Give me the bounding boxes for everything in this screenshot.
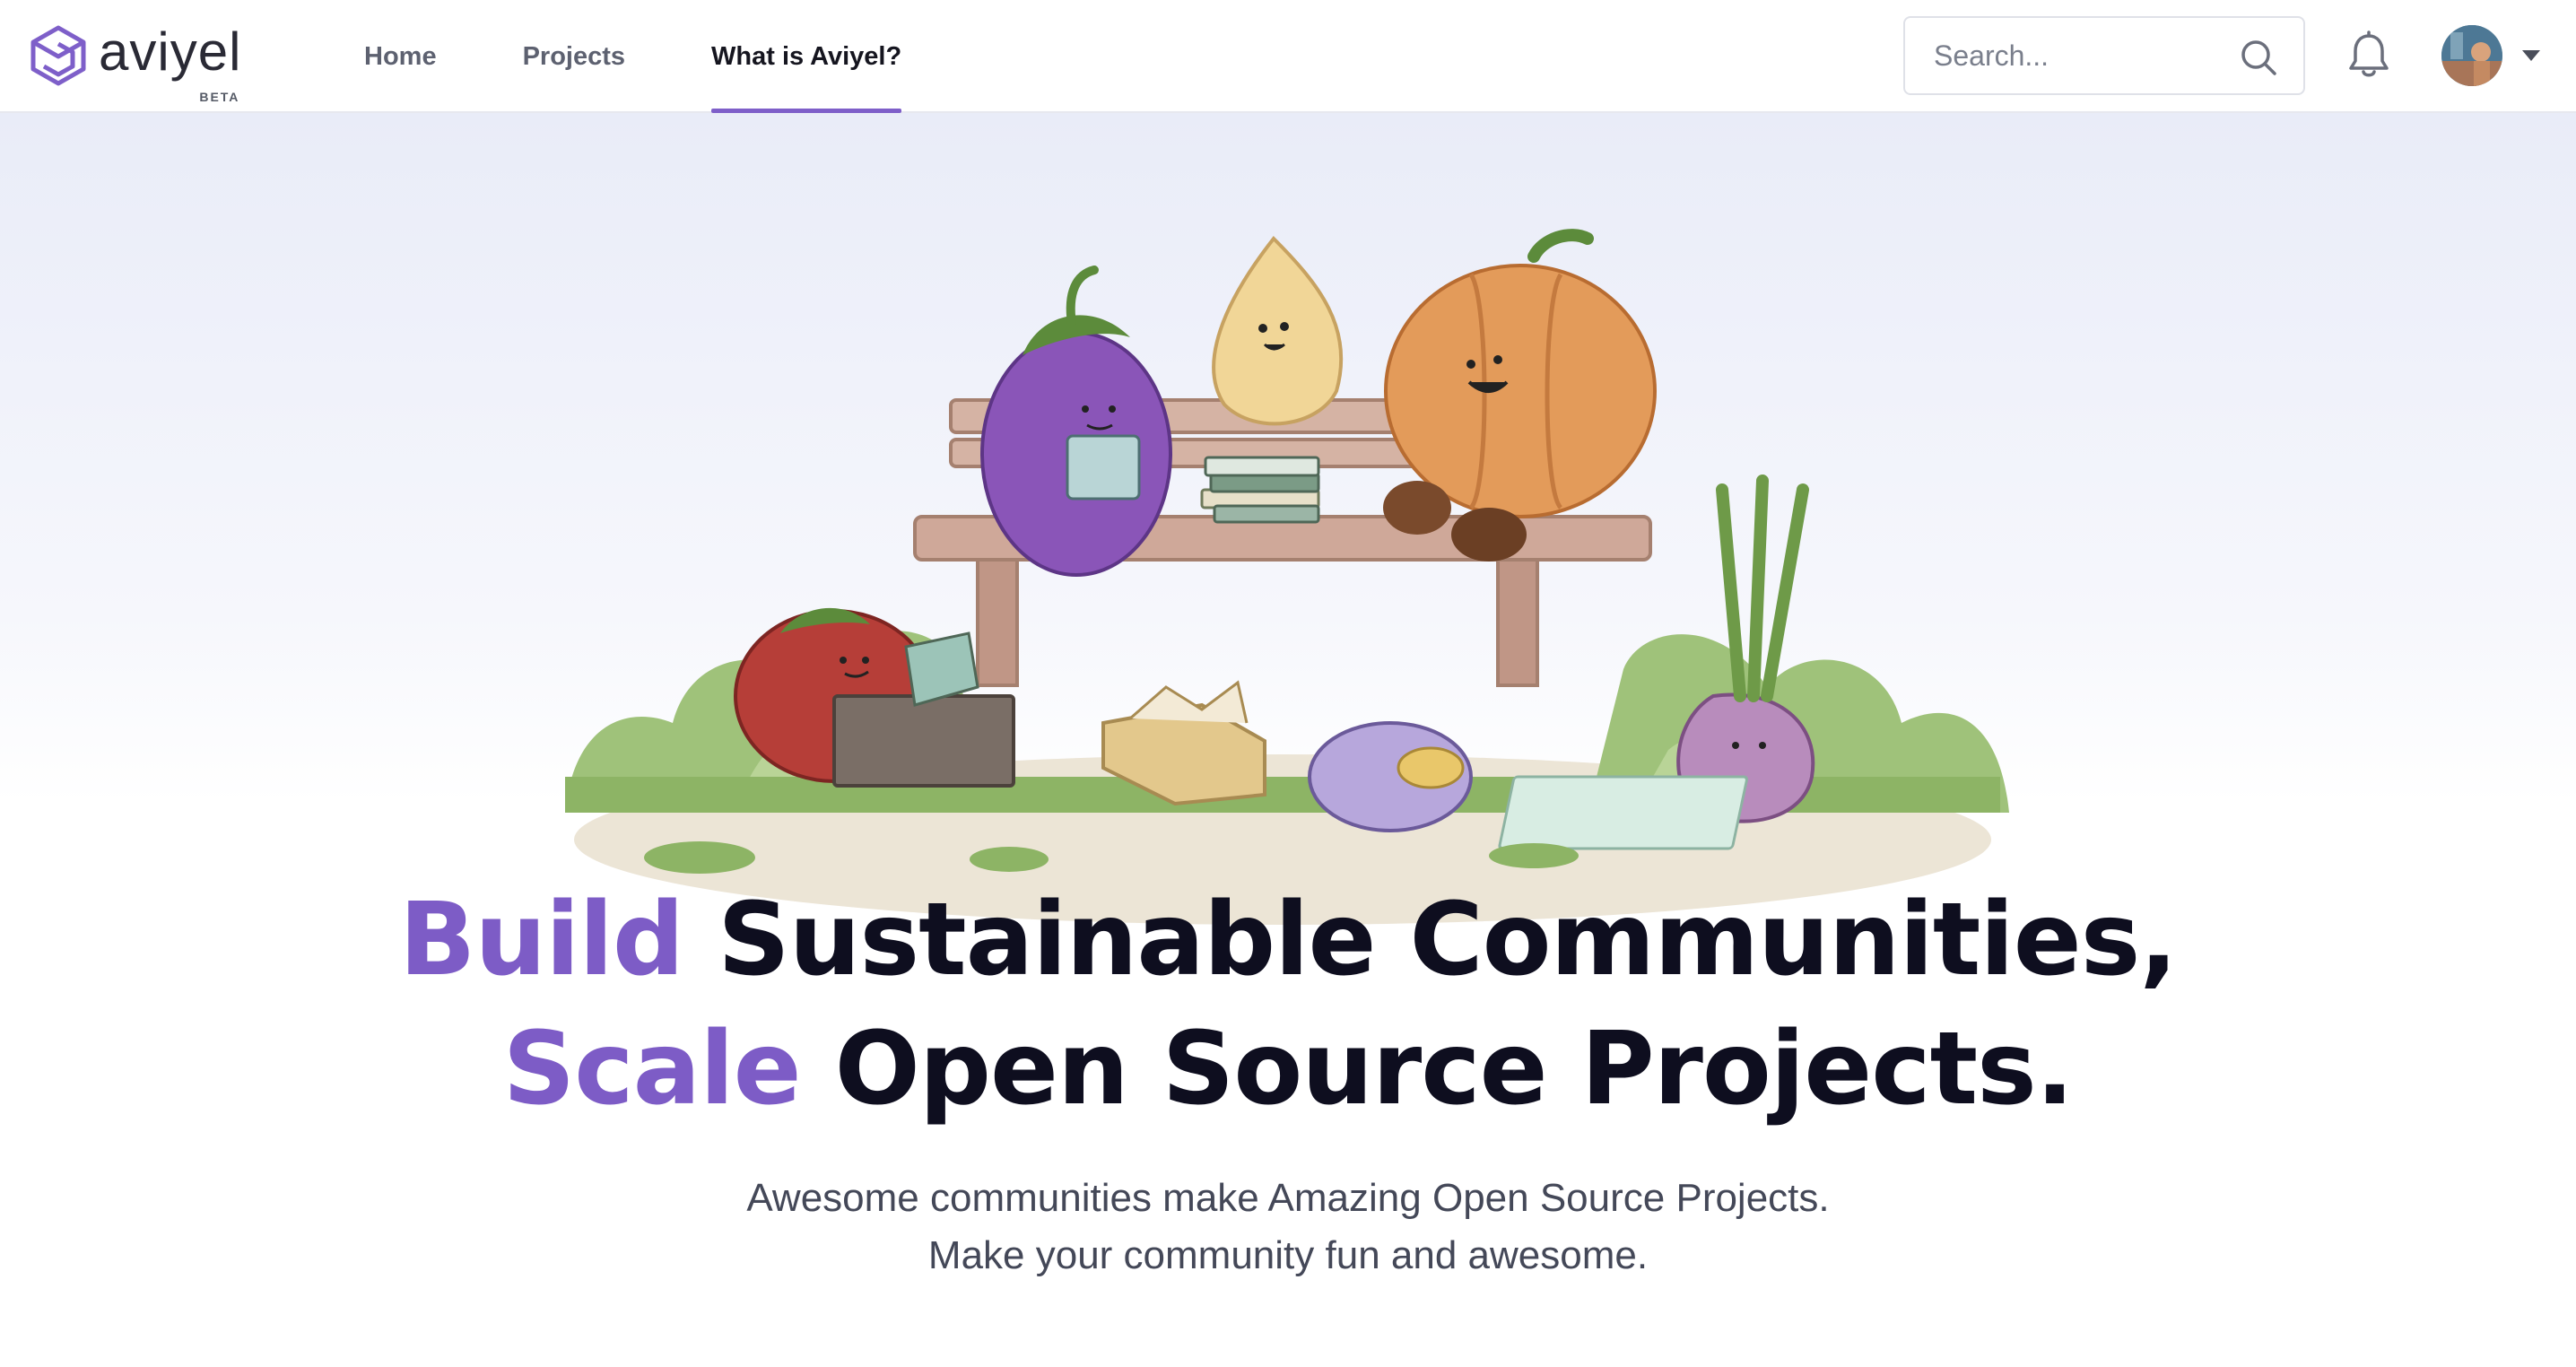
nav-item-what-is-aviyel[interactable]: What is Aviyel?: [711, 0, 902, 113]
search-input[interactable]: [1905, 20, 2228, 91]
main-nav: Home Projects What is Aviyel?: [364, 0, 988, 113]
headline-line2: Open Source Projects.: [800, 1011, 2075, 1128]
headline-accent-build: Build: [399, 882, 684, 998]
hero-subtitle-line2: Make your community fun and awesome.: [927, 1233, 1649, 1277]
nav-item-home[interactable]: Home: [364, 0, 437, 113]
search-box: [1903, 16, 2305, 95]
hero-section: Build Sustainable Communities, Scale Ope…: [0, 113, 2576, 1367]
search-icon[interactable]: [2239, 38, 2278, 77]
hero-subtitle-line1: Awesome communities make Amazing Open So…: [746, 1176, 1830, 1220]
headline-accent-scale: Scale: [502, 1011, 802, 1128]
hero-headline: Build Sustainable Communities, Scale Ope…: [0, 875, 2576, 1134]
headline-line1: Sustainable Communities,: [683, 882, 2178, 998]
beta-badge: BETA: [199, 90, 240, 104]
aviyel-logo[interactable]: aviyel BETA: [29, 22, 242, 104]
brand-name: aviyel: [99, 22, 242, 82]
chevron-down-icon[interactable]: [2520, 47, 2542, 65]
avatar-image: [2441, 25, 2502, 86]
hero-subtitle: Awesome communities make Amazing Open So…: [0, 1170, 2576, 1284]
bell-icon[interactable]: [2345, 30, 2393, 81]
nav-item-projects[interactable]: Projects: [523, 0, 625, 113]
avatar[interactable]: [2441, 25, 2502, 86]
top-navigation-bar: aviyel BETA Home Projects What is Aviyel…: [0, 0, 2576, 113]
aviyel-logo-icon: [30, 25, 86, 86]
vegetables-on-bench-illustration: [565, 229, 2009, 925]
